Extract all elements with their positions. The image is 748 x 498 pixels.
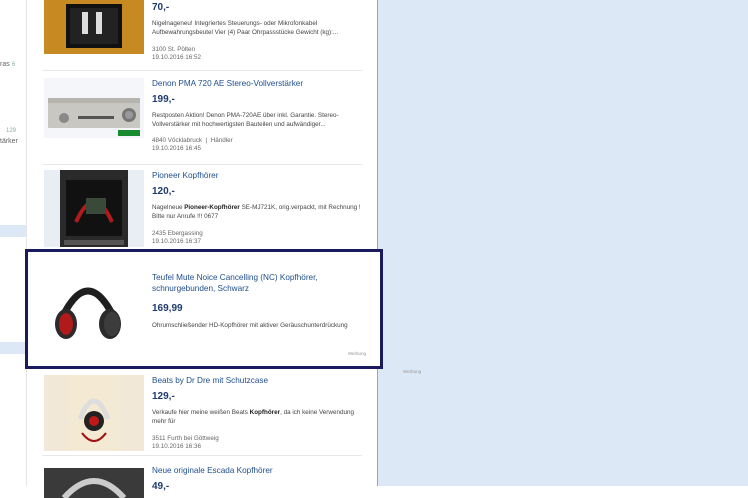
sidebar-fragment-text: tärker [0,138,18,145]
listing-description: Restposten Aktion! Denon PMA-720AE über … [152,112,339,128]
listing-thumbnail[interactable] [44,375,144,451]
sidebar-fragment-count: 6 [12,62,16,68]
listing-column: 70,- Nigelnageneu! Integriertes Steuerun… [26,0,377,498]
listing-thumbnail[interactable] [44,170,144,247]
listing-description: Verkaufe hier meine weißen Beats Kopfhör… [152,409,354,425]
sidebar-fragment-text: ras [0,61,10,68]
listing-price: 120,- [152,186,175,197]
right-background-panel [377,0,748,486]
listing-title-link[interactable]: Beats by Dr Dre mit Schutzcase [152,375,362,386]
ad-outside-label: Werbung [403,369,422,374]
listing-item[interactable]: Beats by Dr Dre mit Schutzcase 129,- Ver… [42,375,362,456]
listing-thumbnail[interactable] [44,468,144,498]
beats-headphones-image [69,375,119,451]
listing-description: Nigelnageneu! Integriertes Steuerungs- o… [152,20,339,36]
listing-price: 49,- [152,481,170,492]
listing-date: 19.10.2016 16:36 [152,442,202,450]
listing-thumbnail[interactable] [44,78,144,138]
listing-title-link[interactable]: Denon PMA 720 AE Stereo-Vollverstärker [152,78,362,89]
ad-thumbnail[interactable] [48,266,128,346]
listing-title-link[interactable]: Pioneer Kopfhörer [152,170,362,181]
listing-location: 2435 Ebergassing [152,230,203,237]
listing-title-link[interactable]: Neue originale Escada Kopfhörer [152,465,362,476]
amplifier-image [44,78,144,138]
sponsored-ad-card[interactable]: Teufel Mute Noice Cancelling (NC) Kopfhö… [25,249,383,369]
listing-price: 129,- [152,391,175,402]
sidebar-fragment-count: 129 [6,128,17,134]
listing-price: 70,- [152,2,170,13]
ad-title-link[interactable]: Teufel Mute Noice Cancelling (NC) Kopfhö… [152,272,362,294]
headphones-box-image [44,170,144,247]
ad-description: Ohrumschließender HD-Kopfhörer mit aktiv… [152,322,348,329]
sidebar-highlight [0,225,26,237]
listing-location: 3100 St. Pölten [152,46,196,53]
ad-label: Werbung [347,351,366,356]
teufel-headphones-image [55,287,121,339]
left-sidebar-fragment: ras 6 129 tärker [0,0,26,486]
sidebar-highlight [0,342,26,354]
listing-thumbnail[interactable] [44,0,144,54]
listing-date: 19.10.2016 16:52 [152,53,202,61]
listing-item[interactable]: Neue originale Escada Kopfhörer 49,- [42,465,362,498]
listing-price: 199,- [152,94,175,105]
listing-date: 19.10.2016 16:45 [152,144,202,152]
listing-description: Nagelneue Pioneer-Kopfhörer SE-MJ721K, o… [152,204,361,220]
ad-price: 169,99 [152,303,183,314]
listing-item[interactable]: 70,- Nigelnageneu! Integriertes Steuerun… [42,0,362,71]
listing-location: 4840 Vöcklabruck | Händler [152,137,233,144]
listing-item[interactable]: Denon PMA 720 AE Stereo-Vollverstärker 1… [42,78,362,165]
escada-headphones-image [44,468,144,498]
listing-date: 19.10.2016 16:37 [152,237,202,245]
earphones-image [44,0,144,54]
listing-item[interactable]: Pioneer Kopfhörer 120,- Nagelneue Pionee… [42,170,362,247]
listing-location: 3511 Furth bei Göttweig [152,435,219,442]
